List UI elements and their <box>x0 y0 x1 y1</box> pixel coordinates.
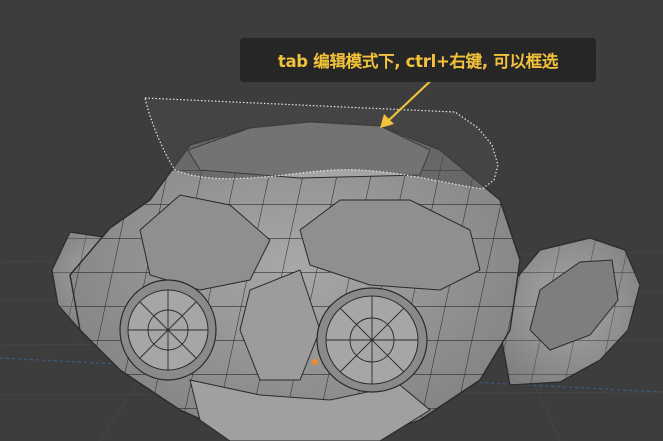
annotation-text: tab 编辑模式下, ctrl+右键, 可以框选 <box>277 52 559 71</box>
object-origin-dot <box>312 359 318 365</box>
annotation-tooltip: tab 编辑模式下, ctrl+右键, 可以框选 <box>240 38 596 82</box>
right-eye[interactable] <box>316 287 428 393</box>
left-eye[interactable] <box>119 279 217 381</box>
